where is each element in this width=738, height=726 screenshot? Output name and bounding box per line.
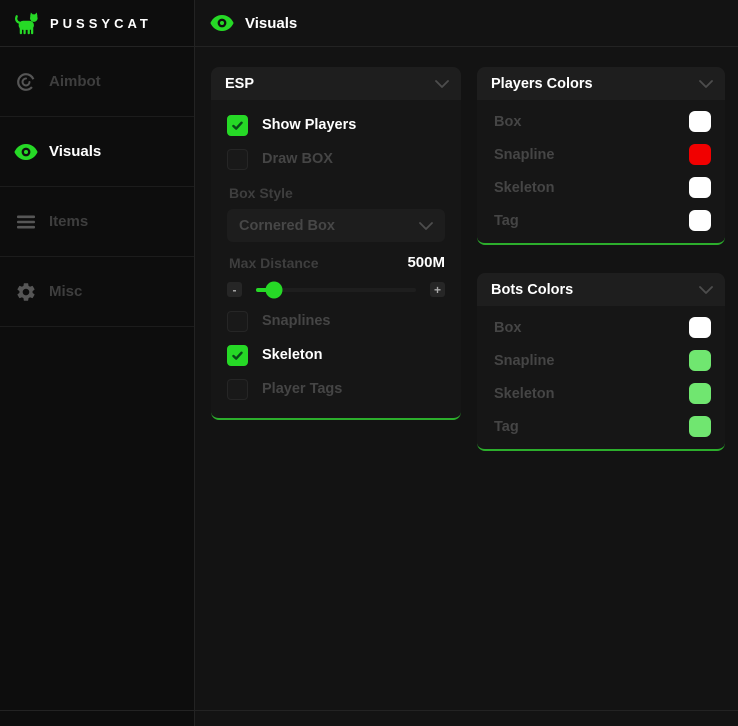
max-distance-row: Max Distance 500M	[227, 254, 445, 271]
checkbox-box[interactable]	[227, 345, 248, 366]
bots-colors-header[interactable]: Bots Colors	[477, 273, 725, 306]
esp-panel: ESP Show Players	[211, 67, 461, 420]
content: ESP Show Players	[195, 47, 738, 451]
players-colors-title: Players Colors	[491, 76, 593, 92]
color-row-label: Snapline	[494, 353, 554, 369]
bots-colors-title: Bots Colors	[491, 282, 573, 298]
esp-panel-title: ESP	[225, 76, 254, 92]
sidebar-item-label: Visuals	[49, 143, 101, 160]
players-colors-body: Box Snapline Skeleton Tag	[477, 100, 725, 243]
color-row-label: Tag	[494, 419, 519, 435]
checkbox-label: Skeleton	[262, 347, 322, 363]
max-distance-label: Max Distance	[229, 255, 318, 271]
box-style-selected-value: Cornered Box	[239, 218, 335, 234]
color-row-label: Snapline	[494, 147, 554, 163]
sidebar-item-label: Misc	[49, 283, 82, 300]
color-row-box: Box	[477, 311, 725, 344]
max-distance-slider: - +	[227, 282, 445, 297]
checkbox-label: Snaplines	[262, 313, 331, 329]
chevron-down-icon[interactable]	[435, 80, 449, 88]
color-row-skeleton: Skeleton	[477, 171, 725, 204]
slider-thumb[interactable]	[265, 281, 282, 298]
checkbox-snaplines[interactable]: Snaplines	[227, 304, 445, 338]
color-row-label: Box	[494, 114, 521, 130]
color-swatch[interactable]	[689, 111, 711, 132]
slider-track[interactable]	[256, 288, 416, 292]
color-row-label: Skeleton	[494, 180, 554, 196]
players-colors-panel: Players Colors Box Snapline	[477, 67, 725, 245]
checkbox-label: Player Tags	[262, 381, 342, 397]
color-swatch[interactable]	[689, 383, 711, 404]
color-row-box: Box	[477, 105, 725, 138]
color-row-skeleton: Skeleton	[477, 377, 725, 410]
max-distance-value: 500M	[407, 254, 445, 271]
sidebar-item-label: Aimbot	[49, 73, 101, 90]
checkbox-draw-box[interactable]: Draw BOX	[227, 142, 445, 176]
color-swatch[interactable]	[689, 317, 711, 338]
color-swatch[interactable]	[689, 177, 711, 198]
aimbot-disc-icon	[13, 69, 39, 95]
slider-decrement-button[interactable]: -	[227, 282, 242, 297]
main-area: Visuals ESP	[195, 0, 738, 726]
box-style-label: Box Style	[229, 185, 443, 201]
color-row-tag: Tag	[477, 204, 725, 237]
esp-panel-header[interactable]: ESP	[211, 67, 461, 100]
color-row-label: Box	[494, 320, 521, 336]
page-header: Visuals	[195, 0, 738, 47]
checkbox-skeleton[interactable]: Skeleton	[227, 338, 445, 372]
sidebar-item-misc[interactable]: Misc	[0, 257, 194, 327]
brand-logo: PUSSYCAT	[0, 0, 194, 47]
checkbox-show-players[interactable]: Show Players	[227, 108, 445, 142]
color-row-tag: Tag	[477, 410, 725, 443]
sidebar-item-visuals[interactable]: Visuals	[0, 117, 194, 187]
eye-icon	[209, 10, 235, 36]
eye-icon	[13, 139, 39, 165]
box-style-select[interactable]: Cornered Box	[227, 209, 445, 242]
checkbox-player-tags[interactable]: Player Tags	[227, 372, 445, 406]
slider-increment-button[interactable]: +	[430, 282, 445, 297]
sidebar-item-label: Items	[49, 213, 88, 230]
gear-icon	[13, 279, 39, 305]
color-swatch[interactable]	[689, 210, 711, 231]
color-row-snapline: Snapline	[477, 344, 725, 377]
checkbox-box[interactable]	[227, 311, 248, 332]
sidebar-item-items[interactable]: Items	[0, 187, 194, 257]
brand-name: PUSSYCAT	[50, 16, 152, 31]
list-icon	[13, 209, 39, 235]
checkbox-box[interactable]	[227, 115, 248, 136]
color-row-snapline: Snapline	[477, 138, 725, 171]
bots-colors-panel: Bots Colors Box Snapline	[477, 273, 725, 451]
color-swatch[interactable]	[689, 416, 711, 437]
checkmark-icon	[231, 349, 244, 362]
color-swatch[interactable]	[689, 144, 711, 165]
players-colors-header[interactable]: Players Colors	[477, 67, 725, 100]
esp-panel-body: Show Players Draw BOX Box Style Cornered…	[211, 100, 461, 418]
application-window: PUSSYCAT Aimbot Visuals	[0, 0, 738, 726]
chevron-down-icon[interactable]	[699, 286, 713, 294]
sidebar-item-aimbot[interactable]: Aimbot	[0, 47, 194, 117]
checkbox-label: Draw BOX	[262, 151, 333, 167]
chevron-down-icon[interactable]	[699, 80, 713, 88]
bots-colors-body: Box Snapline Skeleton Tag	[477, 306, 725, 449]
colors-column: Players Colors Box Snapline	[477, 67, 725, 451]
color-row-label: Skeleton	[494, 386, 554, 402]
checkbox-box[interactable]	[227, 149, 248, 170]
color-row-label: Tag	[494, 213, 519, 229]
chevron-down-icon	[419, 222, 433, 230]
checkmark-icon	[231, 119, 244, 132]
bottom-divider	[0, 710, 738, 711]
sidebar: PUSSYCAT Aimbot Visuals	[0, 0, 195, 726]
cat-icon	[13, 10, 40, 37]
checkbox-box[interactable]	[227, 379, 248, 400]
checkbox-label: Show Players	[262, 117, 356, 133]
color-swatch[interactable]	[689, 350, 711, 371]
page-title: Visuals	[245, 15, 297, 32]
